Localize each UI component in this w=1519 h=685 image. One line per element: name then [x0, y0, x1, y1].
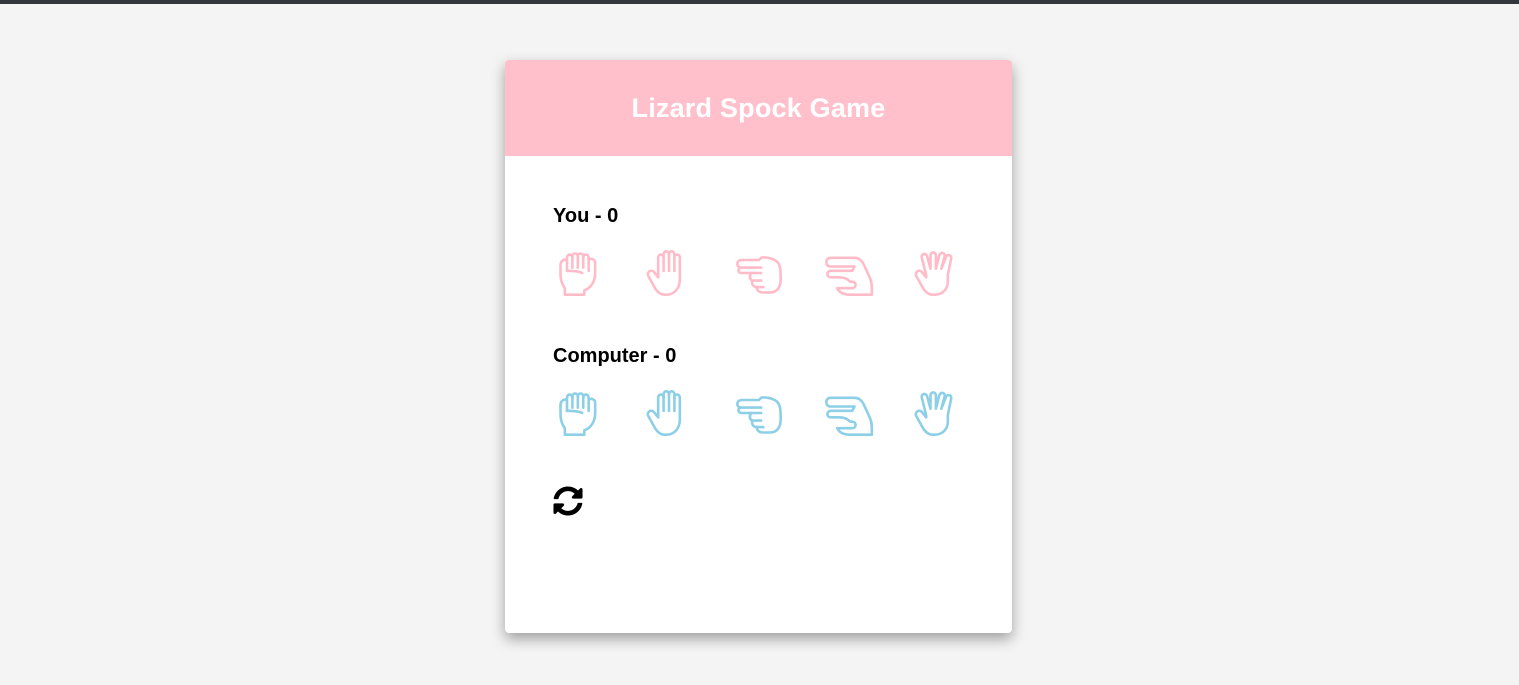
computer-rock-choice: [553, 386, 606, 440]
game-header: Lizard Spock Game: [505, 60, 1012, 156]
computer-scissors-choice: [732, 386, 785, 440]
player-score-label: You - 0: [553, 205, 619, 227]
player-scissors-button[interactable]: [732, 246, 785, 300]
lizard-icon: [824, 256, 874, 296]
scissors-icon: [735, 396, 782, 434]
computer-paper-choice: [642, 386, 695, 440]
player-paper-button[interactable]: [642, 246, 695, 300]
game-body: You - 0 Computer - 0: [505, 156, 1012, 518]
game-card: Lizard Spock Game You - 0 Computer - 0: [505, 60, 1012, 633]
reset-button[interactable]: [553, 486, 585, 518]
player-spock-button[interactable]: [911, 246, 964, 300]
spock-icon: [914, 391, 953, 436]
paper-icon: [646, 250, 682, 296]
computer-spock-choice: [911, 386, 964, 440]
spock-icon: [914, 251, 953, 296]
computer-choices: [553, 386, 964, 440]
refresh-icon: [553, 486, 583, 516]
computer-lizard-choice: [821, 386, 874, 440]
game-title: Lizard Spock Game: [631, 92, 886, 123]
computer-score-label: Computer - 0: [553, 345, 677, 367]
player-choices: [553, 246, 964, 300]
rock-icon: [558, 392, 597, 436]
player-lizard-button[interactable]: [821, 246, 874, 300]
paper-icon: [646, 390, 682, 436]
lizard-icon: [824, 396, 874, 436]
player-rock-button[interactable]: [553, 246, 606, 300]
scissors-icon: [735, 256, 782, 294]
browser-top-bar: [0, 0, 1519, 4]
rock-icon: [558, 252, 597, 296]
